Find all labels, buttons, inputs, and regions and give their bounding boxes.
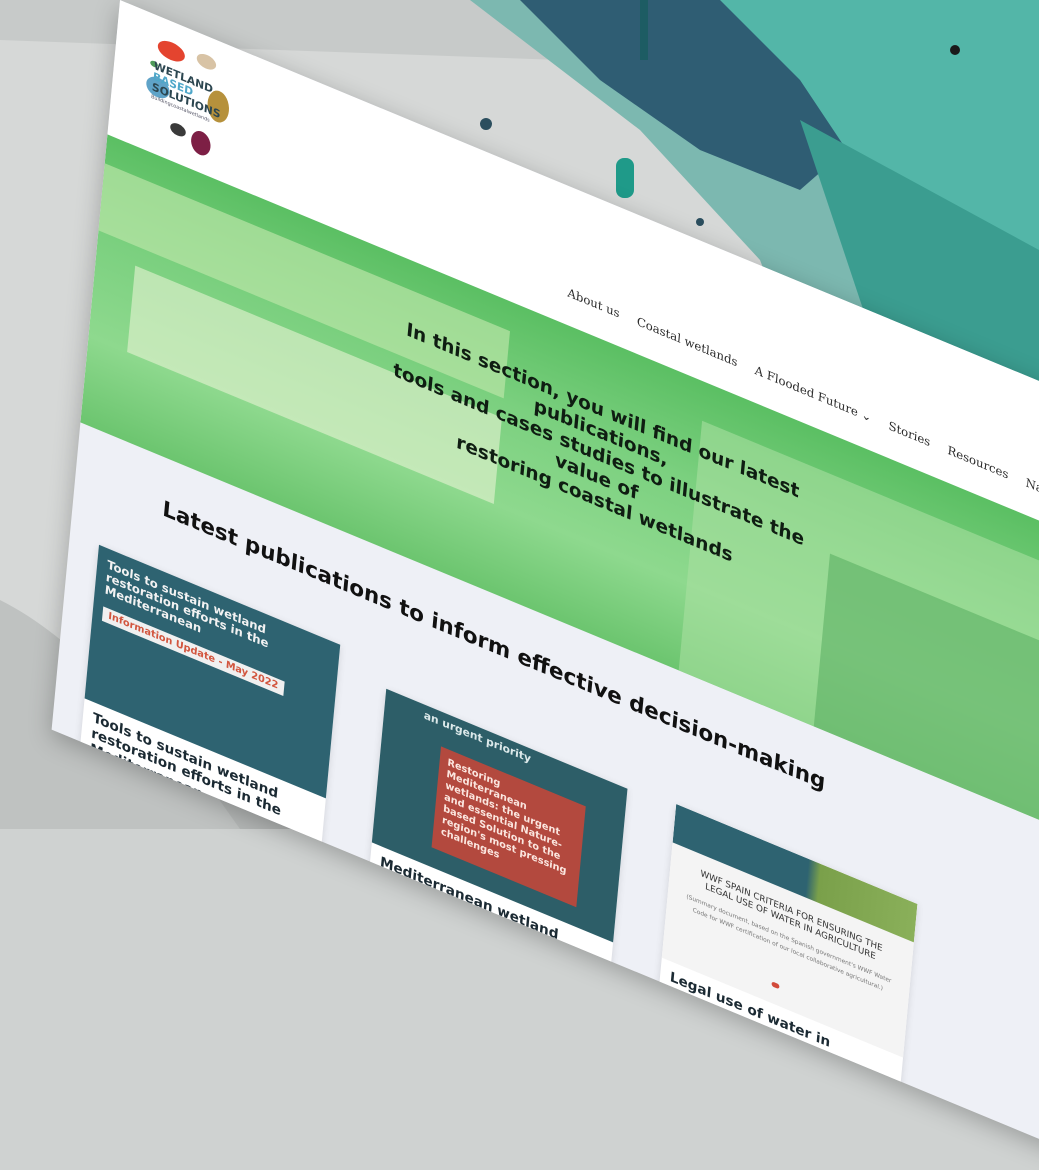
publication-card[interactable]: an urgent priority Restoring Mediterrane…	[365, 688, 628, 1010]
cover-logo-mark	[771, 981, 780, 990]
nav-about-us[interactable]: About us	[567, 286, 620, 321]
nav-stories[interactable]: Stories	[888, 419, 931, 450]
nav-resources[interactable]: Resources	[947, 443, 1009, 482]
publication-card[interactable]: WWF SPAIN CRITERIA FOR ENSURING THE LEGA…	[655, 804, 918, 1125]
